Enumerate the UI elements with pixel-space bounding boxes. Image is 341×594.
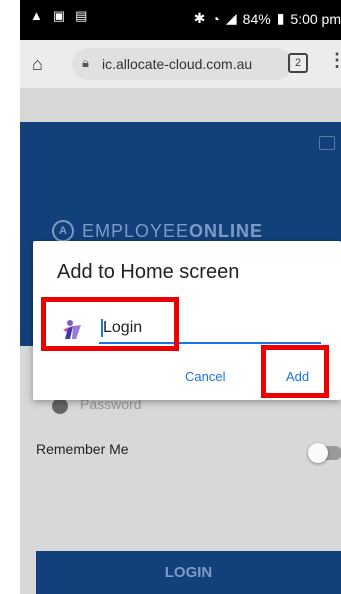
url-field[interactable]: 🔒︎ ic.allocate-cloud.com.au xyxy=(72,48,292,80)
employee-online-logo: A EMPLOYEEONLINE xyxy=(52,220,263,242)
highlight-box-name xyxy=(41,297,179,351)
login-button[interactable]: LOGIN xyxy=(36,551,341,594)
logo-text-online: ONLINE xyxy=(189,220,264,241)
bluetooth-icon: ✱ xyxy=(193,10,206,26)
lock-icon: 🔒︎ xyxy=(82,55,89,70)
toggle-knob xyxy=(308,443,328,463)
tab-switcher-button[interactable]: 2 xyxy=(288,53,308,73)
signal-icon: ◢ xyxy=(225,10,237,26)
warning-icon: ▲ xyxy=(30,8,43,23)
highlight-box-add xyxy=(261,345,329,398)
dialog-title: Add to Home screen xyxy=(57,261,240,283)
browser-toolbar: ⌂ 🔒︎ ic.allocate-cloud.com.au 2 ⋮ xyxy=(20,40,341,88)
remember-me-toggle[interactable] xyxy=(308,443,341,463)
page-header-strip xyxy=(20,88,341,122)
gallery-icon: ▣ xyxy=(52,8,66,23)
logo-icon: A xyxy=(52,220,74,242)
app-notification-icon: ▤ xyxy=(75,8,88,23)
screen-icon xyxy=(319,136,335,150)
remember-me-label: Remember Me xyxy=(36,441,129,457)
overflow-menu-icon[interactable]: ⋮ xyxy=(328,50,341,71)
battery-icon: ▮ xyxy=(276,10,285,26)
cancel-button[interactable]: Cancel xyxy=(185,369,225,384)
status-bar: ▲ ▣ ▤ ✱ ◔ ◢ 84% ▮ 5:00 pm xyxy=(20,0,341,40)
wifi-icon: ◔ xyxy=(211,10,220,27)
clock: 5:00 pm xyxy=(290,10,341,27)
lock-icon xyxy=(52,398,68,414)
url-text: ic.allocate-cloud.com.au xyxy=(102,56,253,72)
battery-level: 84% xyxy=(242,10,271,27)
logo-text-employee: EMPLOYEE xyxy=(82,220,190,241)
home-icon[interactable]: ⌂ xyxy=(32,54,43,75)
